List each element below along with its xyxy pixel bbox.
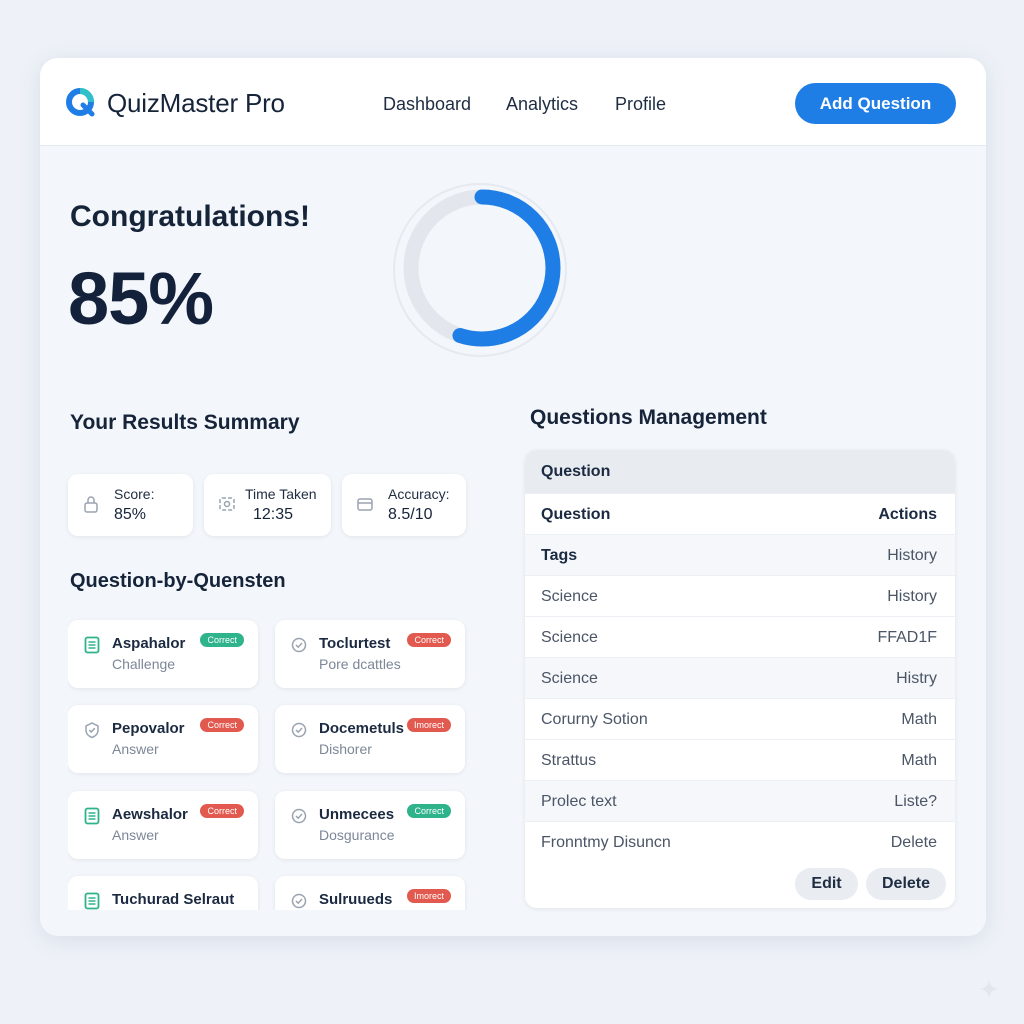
document-icon xyxy=(84,807,100,825)
question-card[interactable]: Docemetuls Dishorer Imorect xyxy=(275,705,465,773)
top-bar: QuizMaster Pro Dashboard Analytics Profi… xyxy=(40,58,986,146)
stat-card-score: Score: 85% xyxy=(68,474,193,536)
check-shield-icon xyxy=(85,722,99,739)
check-circle-icon xyxy=(291,808,307,824)
question-card[interactable]: Aspahalor Challenge Correct xyxy=(68,620,258,688)
table-row[interactable]: Corurny Sotion Math xyxy=(525,699,955,740)
question-card[interactable]: Aewshalor Answer Correct xyxy=(68,791,258,859)
status-badge: Correct xyxy=(200,633,244,647)
question-subtitle: Dosgurance xyxy=(319,827,395,843)
question-title: Unmecees xyxy=(319,806,395,823)
question-title: Toclurtest xyxy=(319,635,391,652)
table-row[interactable]: Tags History xyxy=(525,535,955,576)
status-badge: Correct xyxy=(407,804,451,818)
table-header-question: Question xyxy=(541,463,611,480)
question-title: Sulruueds xyxy=(319,891,393,908)
document-icon xyxy=(84,636,100,654)
nav-profile[interactable]: Profile xyxy=(615,94,666,115)
row-delete-action[interactable]: Delete xyxy=(891,834,937,852)
document-icon xyxy=(84,892,100,910)
nav-dashboard[interactable]: Dashboard xyxy=(383,94,471,115)
table-row[interactable]: Science History xyxy=(525,576,955,617)
question-card[interactable]: Unmecees Dosgurance Correct xyxy=(275,791,465,859)
stat-card-accuracy: Accuracy: 8.5/10 xyxy=(342,474,466,536)
stat-value: 8.5/10 xyxy=(388,506,433,523)
row-tag: Math xyxy=(901,711,937,728)
question-subtitle: Answer xyxy=(112,827,159,843)
stat-label: Score: xyxy=(114,486,155,502)
question-card[interactable]: Pepovalor Answer Correct xyxy=(68,705,258,773)
score-progress-ring xyxy=(393,183,567,357)
results-summary-title: Your Results Summary xyxy=(70,411,300,434)
status-badge: Correct xyxy=(200,804,244,818)
question-title: Pepovalor xyxy=(112,720,185,737)
row-tag: Histry xyxy=(896,670,937,687)
table-row[interactable]: Science FFAD1F xyxy=(525,617,955,658)
table-row[interactable]: Fronntmy Disuncn Delete xyxy=(525,822,955,863)
row-tag: Math xyxy=(901,752,937,769)
question-card[interactable]: Tuchurad Selraut xyxy=(68,876,258,910)
stat-value: 85% xyxy=(114,506,147,523)
table-top-header: Question xyxy=(525,450,955,494)
question-title: Tuchurad Selraut xyxy=(112,891,235,908)
table-row[interactable]: Strattus Math xyxy=(525,740,955,781)
row-question: Science xyxy=(541,629,598,646)
status-badge: Correct xyxy=(407,633,451,647)
row-question: Corurny Sotion xyxy=(541,711,648,728)
row-tag: History xyxy=(887,588,937,605)
questions-management-title: Questions Management xyxy=(530,406,767,429)
brand-name: QuizMaster Pro xyxy=(107,88,285,118)
question-breakdown-title: Question-by-Quensten xyxy=(70,570,286,592)
question-subtitle: Pore dcattles xyxy=(319,656,401,672)
row-tag: Liste? xyxy=(894,793,937,810)
question-subtitle: Answer xyxy=(112,741,159,757)
status-badge: Imorect xyxy=(406,718,451,732)
lock-icon xyxy=(84,496,98,513)
edit-button[interactable]: Edit xyxy=(795,868,858,900)
question-subtitle: Dishorer xyxy=(319,741,372,757)
score-percentage: 85% xyxy=(68,257,214,340)
status-badge: Correct xyxy=(200,718,244,732)
question-title: Docemetuls xyxy=(319,720,405,737)
table-row[interactable]: Science Histry xyxy=(525,658,955,699)
row-question: Prolec text xyxy=(541,793,617,810)
row-question: Fronntmy Disuncn xyxy=(541,834,671,851)
quiz-logo-icon xyxy=(66,88,95,117)
congratulations-heading: Congratulations! xyxy=(70,200,310,233)
column-header-actions: Actions xyxy=(878,506,937,523)
sparkle-icon xyxy=(979,979,999,999)
stat-label: Time Taken xyxy=(245,486,317,502)
row-question: Science xyxy=(541,588,598,605)
question-title: Aspahalor xyxy=(112,635,186,652)
question-subtitle: Challenge xyxy=(112,656,176,672)
camera-icon xyxy=(219,497,235,511)
row-question: Tags xyxy=(541,547,578,564)
stat-label: Accuracy: xyxy=(388,486,450,502)
row-tag: FFAD1F xyxy=(877,629,937,646)
status-badge: Imorect xyxy=(406,889,451,903)
question-card-grid: Aspahalor Challenge Correct Toclurtest P… xyxy=(68,608,468,910)
questions-table: Question Question Actions Tags History S… xyxy=(525,450,955,908)
app-window: QuizMaster Pro Dashboard Analytics Profi… xyxy=(40,58,986,936)
row-tag: History xyxy=(887,547,937,564)
question-card[interactable]: Sulruueds Imorect xyxy=(275,876,465,910)
card-icon xyxy=(357,498,373,511)
table-row[interactable]: Prolec text Liste? xyxy=(525,781,955,822)
row-question: Science xyxy=(541,670,598,687)
check-circle-icon xyxy=(291,893,307,909)
question-card[interactable]: Toclurtest Pore dcattles Correct xyxy=(275,620,465,688)
question-title: Aewshalor xyxy=(112,806,188,823)
check-circle-icon xyxy=(291,722,307,738)
add-question-button[interactable]: Add Question xyxy=(795,83,956,124)
stat-value: 12:35 xyxy=(253,506,294,523)
check-circle-icon xyxy=(291,637,307,653)
nav-analytics[interactable]: Analytics xyxy=(506,94,578,115)
stat-card-time: Time Taken 12:35 xyxy=(204,474,331,536)
table-header-row: Question Actions xyxy=(525,494,955,535)
delete-button[interactable]: Delete xyxy=(866,868,946,900)
row-question: Strattus xyxy=(541,752,597,769)
column-header-question: Question xyxy=(541,506,611,523)
